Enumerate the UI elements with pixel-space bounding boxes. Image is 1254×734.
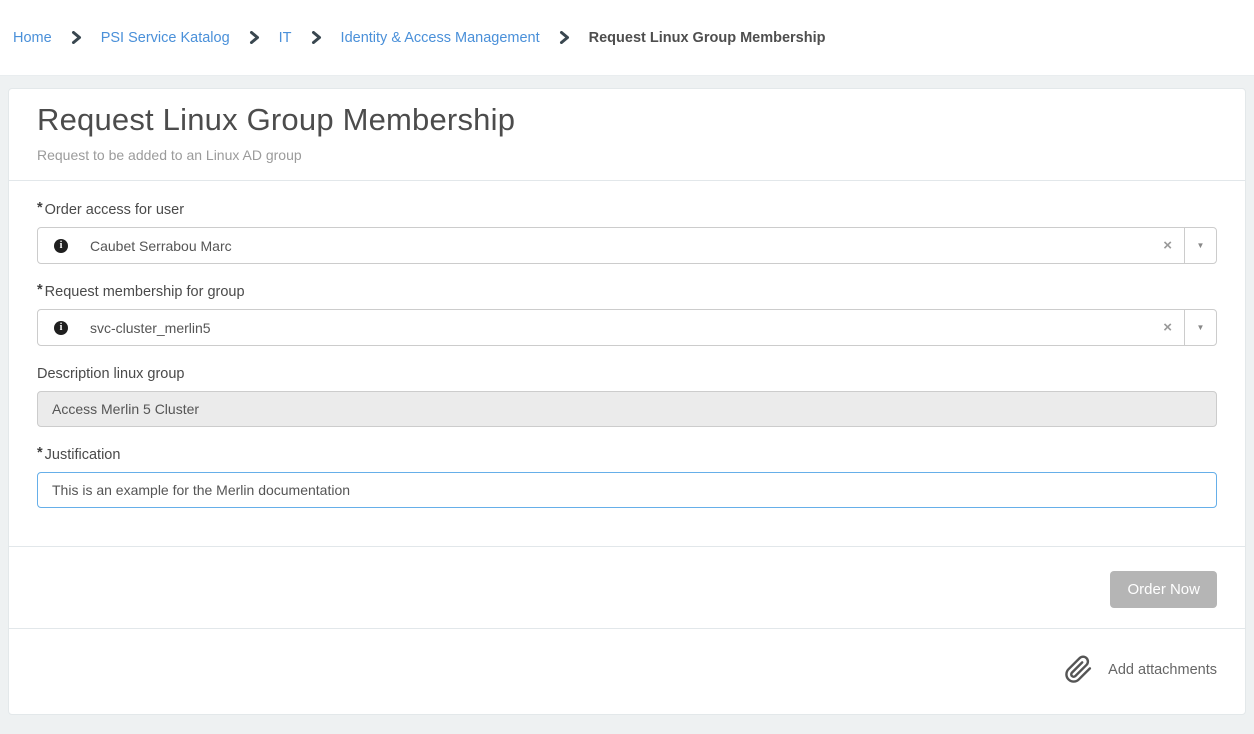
description-readonly-field: Access Merlin 5 Cluster <box>37 391 1217 427</box>
justification-label-text: Justification <box>45 447 121 463</box>
breadcrumb-home[interactable]: Home <box>13 30 52 46</box>
request-form-card: Request Linux Group Membership Request t… <box>8 88 1246 715</box>
required-marker: * <box>37 282 43 298</box>
page-title: Request Linux Group Membership <box>37 102 1217 138</box>
page-subtitle: Request to be added to an Linux AD group <box>37 147 1217 163</box>
breadcrumb-current: Request Linux Group Membership <box>589 30 826 46</box>
chevron-right-icon <box>559 31 570 44</box>
form-section: * Order access for user i Caubet Serrabo… <box>9 180 1245 546</box>
group-membership-label: * Request membership for group <box>37 284 1217 300</box>
order-access-label-text: Order access for user <box>45 202 184 218</box>
group-membership-value: svc-cluster_merlin5 <box>90 320 1151 336</box>
chevron-right-icon <box>71 31 82 44</box>
button-section: Order Now <box>9 546 1245 628</box>
clear-icon[interactable]: × <box>1151 320 1184 335</box>
description-value: Access Merlin 5 Cluster <box>52 401 199 417</box>
add-attachments-control[interactable]: Add attachments <box>9 628 1245 714</box>
chevron-right-icon <box>249 31 260 44</box>
card-header: Request Linux Group Membership Request t… <box>9 89 1245 180</box>
description-label: Description linux group <box>37 366 1217 382</box>
required-marker: * <box>37 445 43 461</box>
dropdown-caret-button[interactable]: ▼ <box>1184 228 1216 263</box>
order-now-button[interactable]: Order Now <box>1110 571 1217 608</box>
chevron-right-icon <box>311 31 322 44</box>
breadcrumb-psi-service-katalog[interactable]: PSI Service Katalog <box>101 30 230 46</box>
group-membership-select[interactable]: i svc-cluster_merlin5 × ▼ <box>37 309 1217 346</box>
info-icon[interactable]: i <box>54 321 68 335</box>
description-label-text: Description linux group <box>37 366 185 382</box>
group-membership-label-text: Request membership for group <box>45 284 245 300</box>
breadcrumb: Home PSI Service Katalog IT Identity & A… <box>13 30 825 46</box>
clear-icon[interactable]: × <box>1151 238 1184 253</box>
justification-label: * Justification <box>37 447 1217 463</box>
breadcrumb-identity-access-management[interactable]: Identity & Access Management <box>341 30 540 46</box>
required-marker: * <box>37 200 43 216</box>
order-access-select[interactable]: i Caubet Serrabou Marc × ▼ <box>37 227 1217 264</box>
justification-input[interactable] <box>37 472 1217 508</box>
breadcrumb-it[interactable]: IT <box>279 30 292 46</box>
order-access-label: * Order access for user <box>37 202 1217 218</box>
breadcrumb-bar: Home PSI Service Katalog IT Identity & A… <box>0 0 1254 76</box>
info-icon[interactable]: i <box>54 239 68 253</box>
order-access-value: Caubet Serrabou Marc <box>90 238 1151 254</box>
paperclip-icon <box>1064 655 1093 684</box>
dropdown-caret-button[interactable]: ▼ <box>1184 310 1216 345</box>
add-attachments-label: Add attachments <box>1108 662 1217 678</box>
